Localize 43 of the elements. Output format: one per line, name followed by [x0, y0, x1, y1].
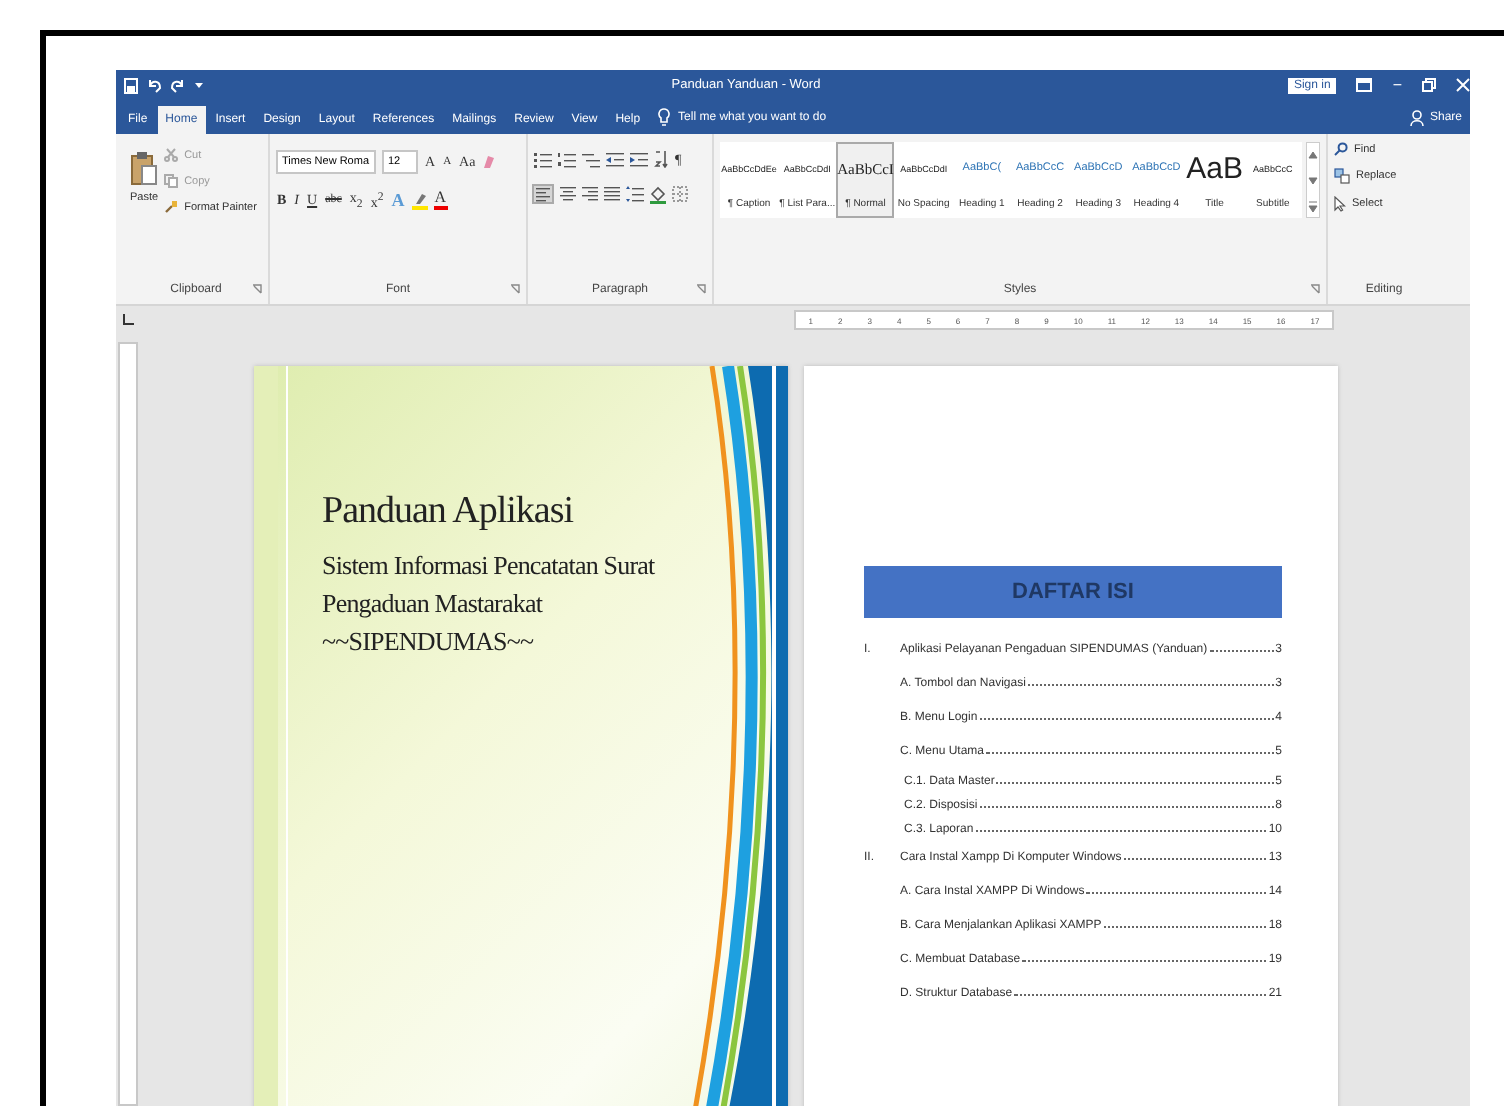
- font-color-button[interactable]: A: [433, 190, 448, 211]
- decrease-indent-icon[interactable]: [606, 151, 624, 167]
- highlighter-icon[interactable]: [411, 191, 428, 210]
- align-right-icon[interactable]: [582, 186, 598, 202]
- cover-subtitle: Sistem Informasi Pencatatan Surat: [322, 548, 655, 584]
- increase-indent-icon[interactable]: [630, 151, 648, 167]
- dialog-launcher-icon[interactable]: [1310, 284, 1320, 294]
- dialog-launcher-icon[interactable]: [510, 284, 520, 294]
- search-icon: [1334, 142, 1348, 156]
- multilevel-list-icon[interactable]: [582, 151, 600, 167]
- customize-caret-icon[interactable]: [194, 80, 204, 90]
- lightbulb-icon[interactable]: [658, 108, 671, 126]
- scissors-icon: [164, 148, 179, 162]
- paintbrush-icon: [164, 200, 179, 214]
- dialog-launcher-icon[interactable]: [696, 284, 706, 294]
- replace-icon: [1334, 168, 1350, 184]
- cover-title: Panduan Aplikasi: [322, 490, 576, 534]
- toc-heading: DAFTAR ISI: [864, 566, 1282, 618]
- borders-icon[interactable]: [672, 186, 688, 202]
- line-spacing-icon[interactable]: [626, 186, 644, 202]
- person-icon[interactable]: [1409, 109, 1424, 125]
- ribbon-display-icon[interactable]: [1356, 78, 1373, 92]
- close-icon[interactable]: [1456, 78, 1470, 92]
- justify-icon[interactable]: [604, 186, 620, 202]
- undo-icon[interactable]: [146, 77, 162, 93]
- minimize-button[interactable]: −: [1392, 76, 1402, 94]
- cover-subtitle: Pengaduan Mastarakat: [322, 586, 545, 622]
- dialog-launcher-icon[interactable]: [252, 284, 262, 294]
- redo-icon[interactable]: [170, 77, 186, 93]
- bullet-list-icon[interactable]: [534, 151, 552, 167]
- copy-icon: [164, 174, 179, 188]
- shading-icon[interactable]: [650, 185, 666, 203]
- cursor-icon: [1334, 196, 1346, 212]
- save-icon[interactable]: [124, 77, 138, 93]
- sort-icon[interactable]: [654, 150, 668, 168]
- numbered-list-icon[interactable]: [558, 151, 576, 167]
- gallery-scroll-icon[interactable]: [1306, 142, 1320, 218]
- align-left-icon[interactable]: [532, 184, 554, 204]
- cover-subtitle: ~~SIPENDUMAS~~: [322, 624, 536, 660]
- clipboard-icon[interactable]: [130, 150, 159, 186]
- restore-icon[interactable]: [1422, 78, 1436, 92]
- align-center-icon[interactable]: [560, 186, 576, 202]
- tab-selector-icon[interactable]: [122, 314, 134, 326]
